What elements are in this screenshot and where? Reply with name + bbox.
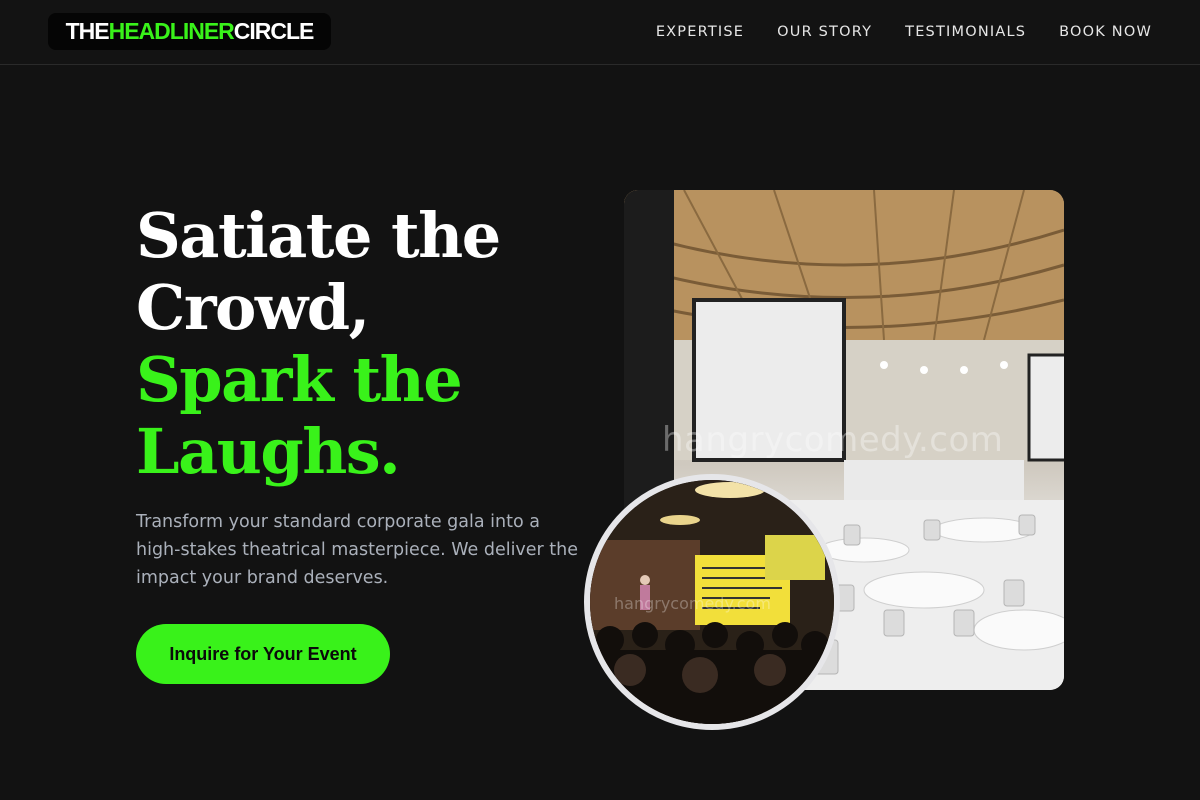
inset-photo-watermark: hangrycomedy.com [614,594,771,613]
main-photo-watermark: hangrycomedy.com [662,420,1004,460]
brand-logo[interactable]: THE HEADLINER CIRCLE [48,13,331,50]
nav-link-book-now[interactable]: BOOK NOW [1059,24,1152,40]
nav-link-our-story[interactable]: OUR STORY [777,24,872,40]
hero-title-line-2: Crowd, [136,271,370,344]
main-nav: EXPERTISE OUR STORY TESTIMONIALS BOOK NO… [656,0,1152,64]
hero-title: Satiate the Crowd, Spark the Laughs. [136,200,606,488]
hero-title-line-1: Satiate the [136,199,501,272]
hero-description: Transform your standard corporate gala i… [136,512,579,588]
nav-link-expertise[interactable]: EXPERTISE [656,24,744,40]
logo-text-circle: CIRCLE [233,18,315,44]
hero-title-line-3: Spark the [136,343,463,416]
logo-text-headliner: HEADLINER [108,18,235,44]
nav-link-testimonials[interactable]: TESTIMONIALS [905,24,1026,40]
hero-title-line-4: Laughs. [136,415,401,488]
site-header: THE HEADLINER CIRCLE EXPERTISE OUR STORY… [0,0,1200,65]
logo-text-the: THE [65,18,110,44]
inquire-button[interactable]: Inquire for Your Event [136,624,390,684]
